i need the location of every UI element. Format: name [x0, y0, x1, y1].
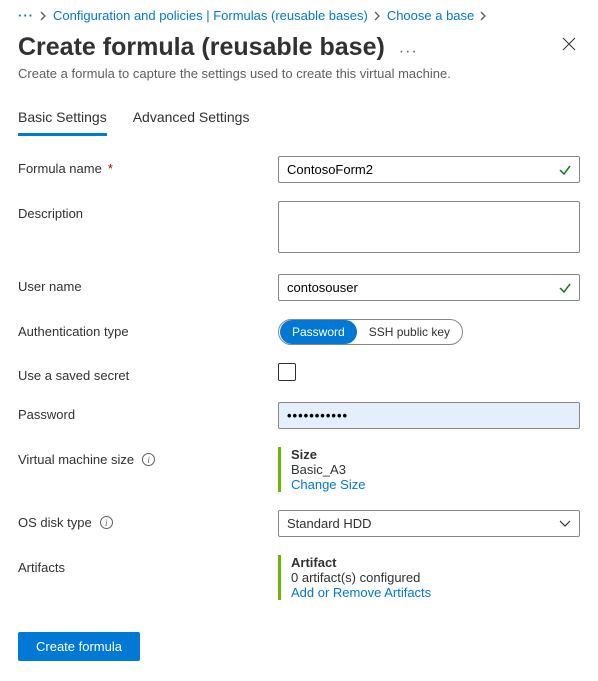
change-size-link[interactable]: Change Size	[291, 477, 580, 492]
form: Formula name* Description User name	[0, 156, 598, 600]
chevron-down-icon	[559, 520, 571, 528]
auth-type-password[interactable]: Password	[280, 320, 357, 344]
tabs: Basic Settings Advanced Settings	[0, 109, 598, 136]
password-input[interactable]	[278, 402, 580, 429]
artifacts-configured: 0 artifact(s) configured	[291, 570, 580, 585]
auth-type-label: Authentication type	[18, 319, 278, 339]
close-icon[interactable]	[562, 37, 576, 51]
saved-secret-checkbox[interactable]	[278, 363, 296, 381]
breadcrumb-config[interactable]: Configuration and policies | Formulas (r…	[53, 8, 368, 23]
formula-name-input[interactable]	[278, 156, 580, 183]
auth-type-toggle: Password SSH public key	[278, 319, 463, 345]
breadcrumb-more[interactable]: ···	[18, 8, 34, 23]
os-disk-value: Standard HDD	[287, 516, 372, 531]
username-label: User name	[18, 274, 278, 294]
os-disk-label: OS disk type i	[18, 510, 278, 530]
more-actions-icon[interactable]: ···	[399, 43, 418, 61]
vm-size-heading: Size	[291, 447, 580, 462]
description-input[interactable]	[278, 201, 580, 253]
artifacts-label: Artifacts	[18, 555, 278, 575]
artifacts-box: Artifact 0 artifact(s) configured Add or…	[278, 555, 580, 600]
artifacts-action-link[interactable]: Add or Remove Artifacts	[291, 585, 580, 600]
vm-size-label: Virtual machine size i	[18, 447, 278, 467]
saved-secret-label: Use a saved secret	[18, 363, 278, 383]
info-icon[interactable]: i	[100, 516, 113, 529]
required-indicator: *	[108, 161, 113, 176]
check-icon	[558, 281, 572, 295]
artifacts-heading: Artifact	[291, 555, 580, 570]
check-icon	[558, 163, 572, 177]
breadcrumb-sep	[40, 11, 47, 21]
tab-basic-settings[interactable]: Basic Settings	[18, 109, 107, 136]
username-input[interactable]	[278, 274, 580, 301]
breadcrumb: ··· Configuration and policies | Formula…	[0, 0, 598, 27]
page-header: Create formula (reusable base) ···	[0, 27, 598, 66]
vm-size-value: Basic_A3	[291, 462, 580, 477]
description-label: Description	[18, 201, 278, 221]
create-formula-button[interactable]: Create formula	[18, 632, 140, 661]
page-title: Create formula (reusable base)	[18, 33, 385, 62]
auth-type-ssh[interactable]: SSH public key	[357, 320, 462, 344]
info-icon[interactable]: i	[142, 453, 155, 466]
password-label: Password	[18, 402, 278, 422]
breadcrumb-sep	[374, 11, 381, 21]
formula-name-label: Formula name*	[18, 156, 278, 176]
vm-size-box: Size Basic_A3 Change Size	[278, 447, 580, 492]
breadcrumb-choose-base[interactable]: Choose a base	[387, 8, 474, 23]
tab-advanced-settings[interactable]: Advanced Settings	[133, 109, 250, 136]
breadcrumb-sep	[480, 11, 487, 21]
page-subtitle: Create a formula to capture the settings…	[0, 66, 598, 109]
os-disk-select[interactable]: Standard HDD	[278, 510, 580, 537]
